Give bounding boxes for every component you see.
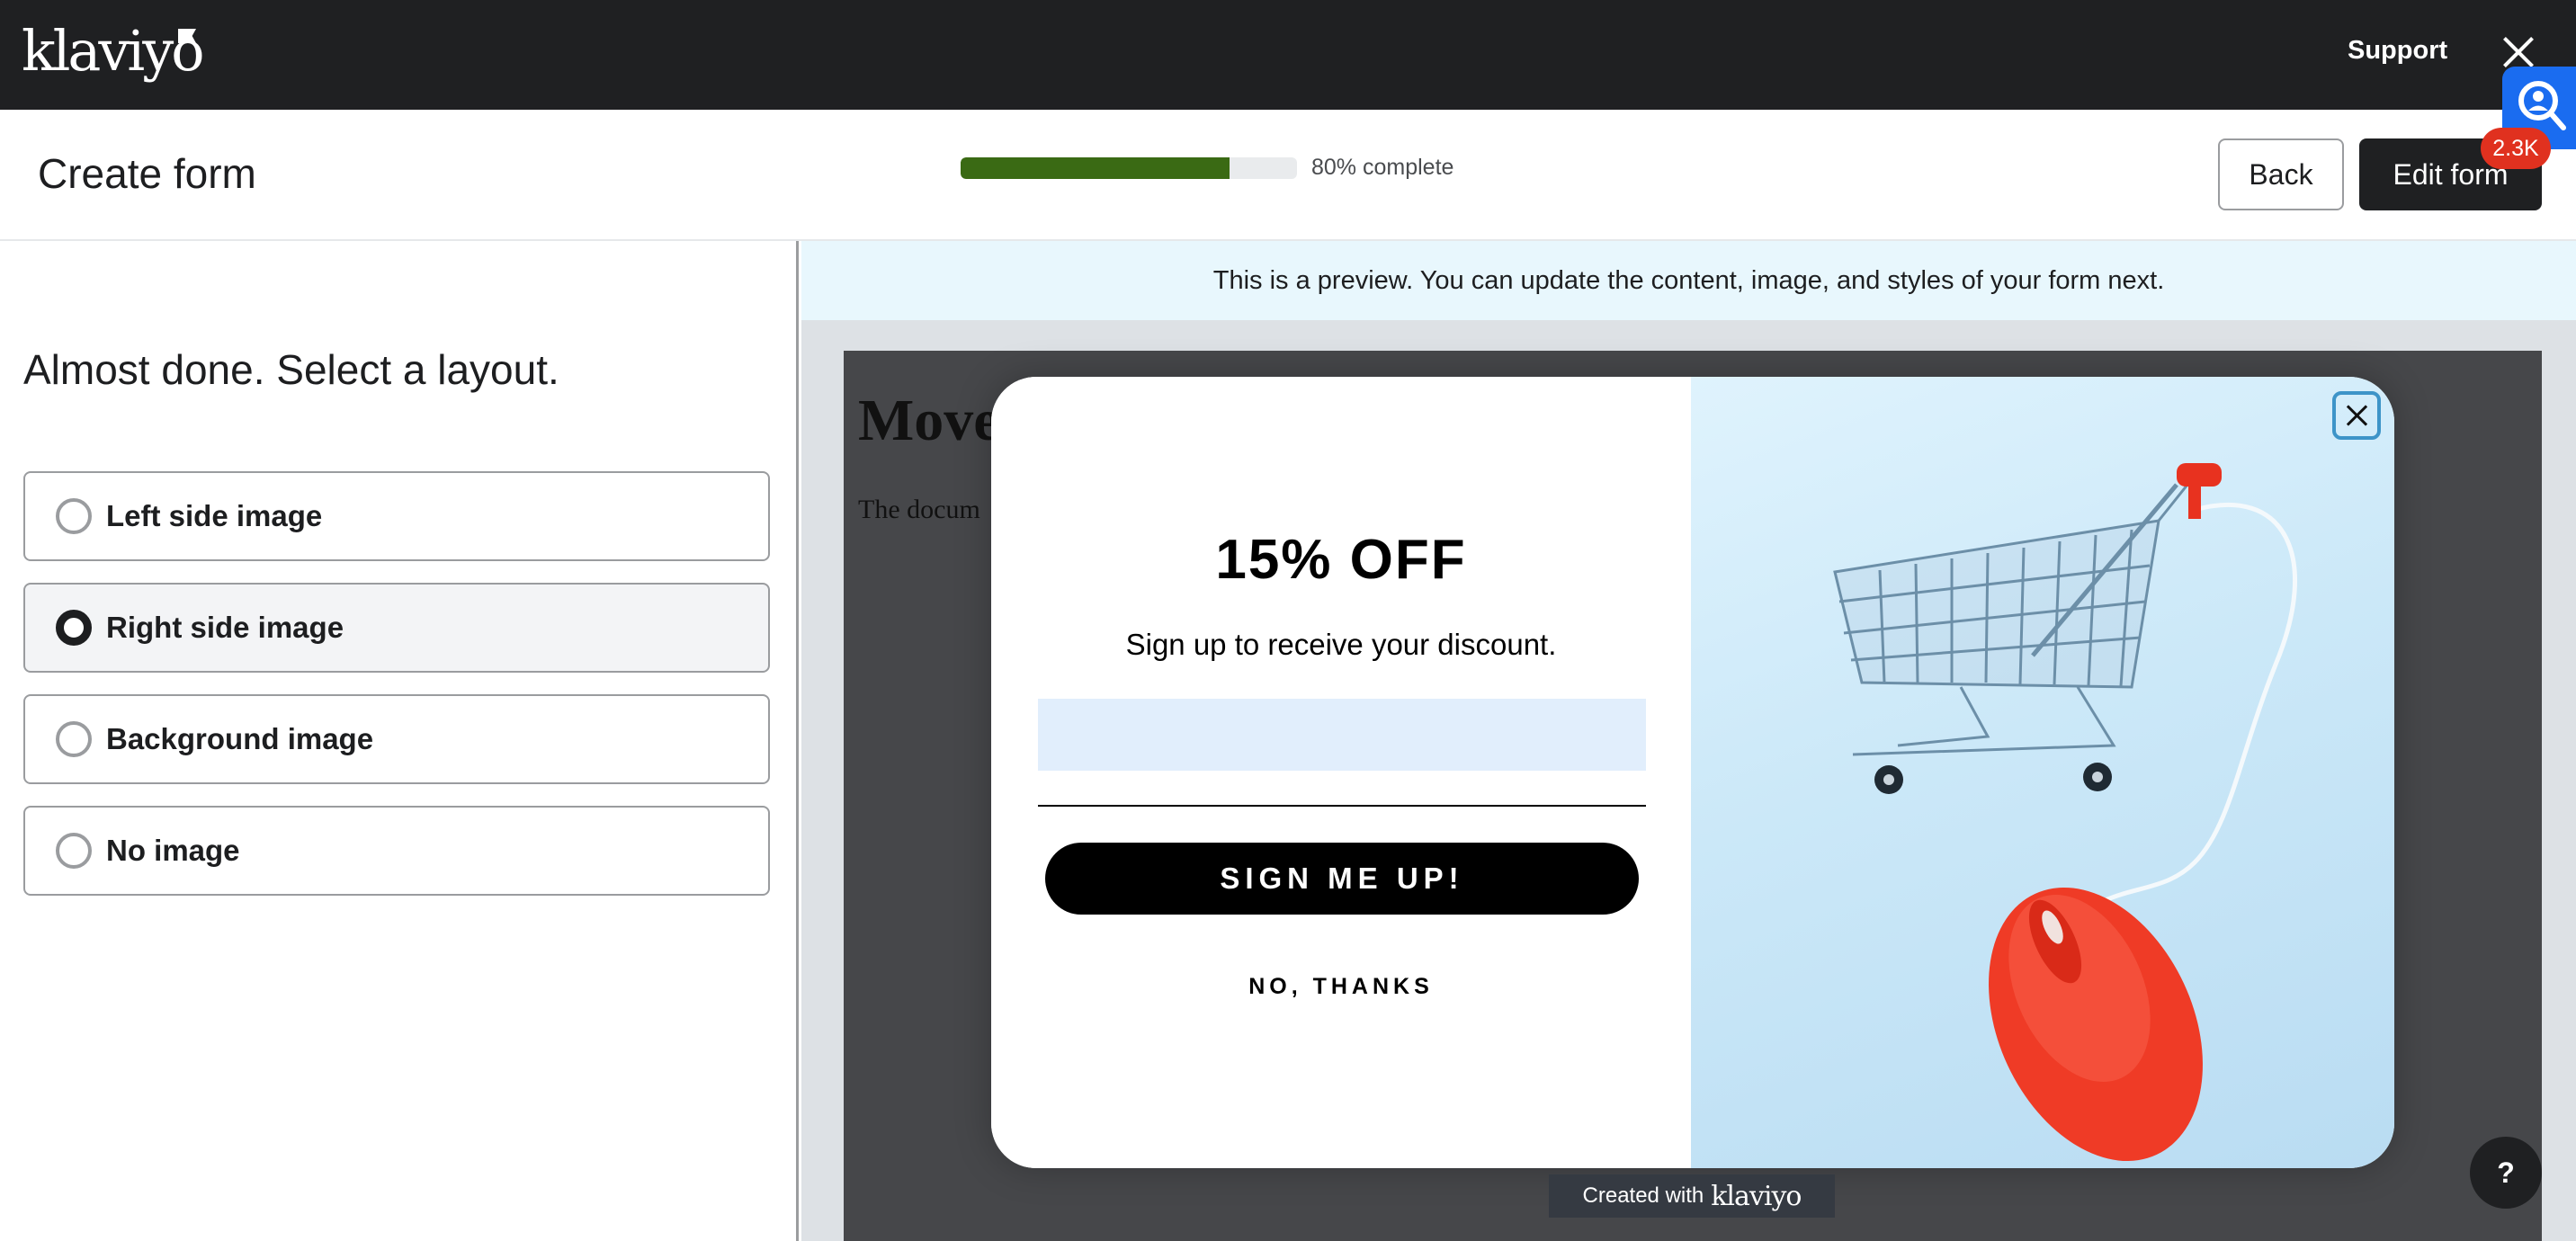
notification-badge: 2.3K <box>2481 128 2551 169</box>
cart-mouse-illustration <box>1833 463 2297 1162</box>
popup-image <box>1691 377 2394 1168</box>
offer-title: 15% OFF <box>1215 529 1467 591</box>
layout-option-background-image[interactable]: Background image <box>23 694 770 784</box>
help-button[interactable]: ? <box>2470 1137 2542 1209</box>
back-button[interactable]: Back <box>2218 138 2344 210</box>
option-label: Left side image <box>106 499 323 532</box>
logo-text: klaviyo <box>22 18 205 84</box>
option-label: No image <box>106 834 240 867</box>
input-underline <box>1038 805 1646 807</box>
created-with-text: Created with <box>1582 1183 1704 1208</box>
radio-button-selected[interactable] <box>56 610 92 646</box>
radio-button[interactable] <box>56 498 92 534</box>
layout-panel-title: Almost done. Select a layout. <box>23 346 559 393</box>
site-heading: Move <box>858 388 1000 453</box>
preview-banner: This is a preview. You can update the co… <box>801 241 2576 320</box>
page-title: Create form <box>38 150 256 197</box>
progress-fill <box>961 157 1230 179</box>
layout-option-no-image[interactable]: No image <box>23 806 770 896</box>
popup-close-button[interactable] <box>2332 391 2381 440</box>
option-label: Background image <box>106 722 374 755</box>
sign-me-up-button[interactable]: SIGN ME UP! <box>1045 843 1639 915</box>
created-with-badge[interactable]: Created with klaviyo <box>1549 1174 1835 1218</box>
klaviyo-logo[interactable]: klaviyo <box>22 18 205 84</box>
layout-option-left-image[interactable]: Left side image <box>23 471 770 561</box>
layout-option-right-image[interactable]: Right side image <box>23 583 770 673</box>
user-search-icon <box>2518 81 2566 130</box>
progress-bar <box>961 157 1297 179</box>
option-label: Right side image <box>106 611 344 644</box>
popup-content: 15% OFF Sign up to receive your discount… <box>991 377 1691 1168</box>
no-thanks-link[interactable]: NO, THANKS <box>991 974 1691 1000</box>
popup-form: 15% OFF Sign up to receive your discount… <box>991 377 2394 1168</box>
page-header: Create form 80% complete Back Edit form <box>0 110 2576 241</box>
layout-panel: Almost done. Select a layout. Left side … <box>0 241 799 1241</box>
progress-label: 80% complete <box>1311 155 1454 180</box>
close-icon[interactable] <box>2500 34 2536 70</box>
site-text: The docum <box>858 495 980 524</box>
email-input[interactable] <box>1038 699 1646 771</box>
top-bar: klaviyo Support <box>0 0 2576 110</box>
radio-button[interactable] <box>56 833 92 869</box>
support-link[interactable]: Support <box>2348 36 2447 66</box>
radio-button[interactable] <box>56 721 92 757</box>
offer-subtitle: Sign up to receive your discount. <box>1125 628 1557 661</box>
klaviyo-logo-small: klaviyo <box>1711 1180 1802 1212</box>
